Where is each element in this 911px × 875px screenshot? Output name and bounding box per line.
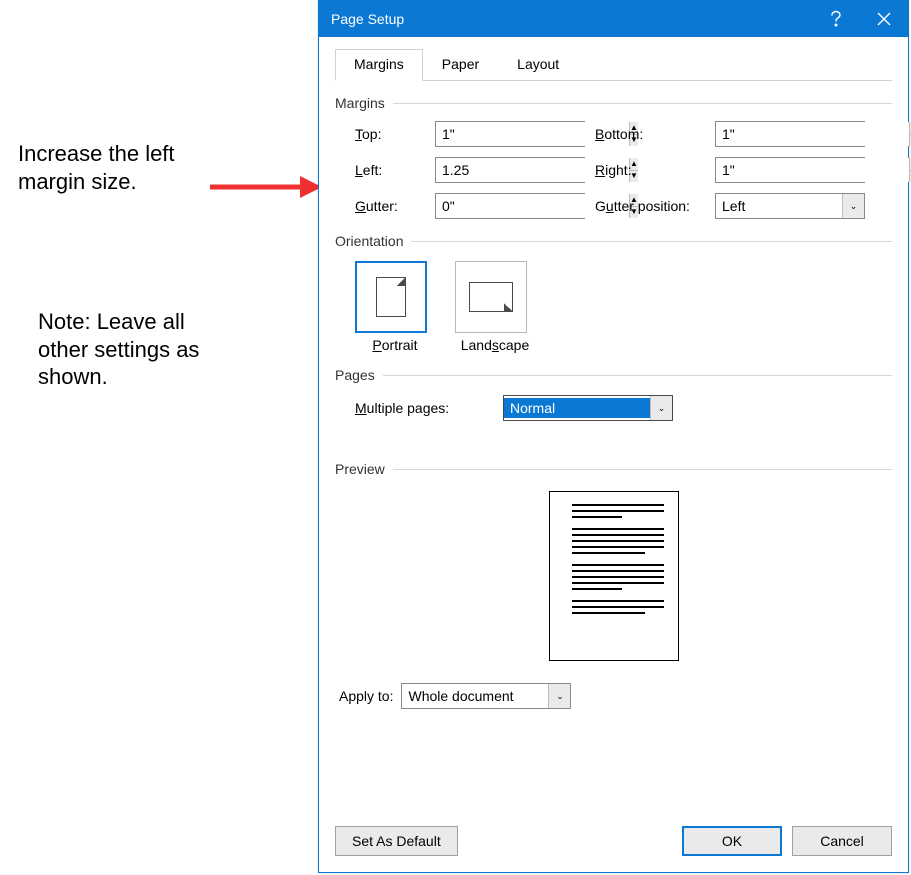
apply-to-select[interactable]: Whole document ⌄: [401, 683, 571, 709]
section-preview: Preview: [335, 461, 892, 477]
bottom-spinner[interactable]: ▲▼: [715, 121, 865, 147]
section-margins-label: Margins: [335, 95, 385, 111]
multiple-pages-label: Multiple pages:: [355, 400, 485, 416]
left-label: Left:: [355, 162, 435, 178]
section-orientation: Orientation: [335, 233, 892, 249]
tab-margins[interactable]: Margins: [335, 49, 423, 81]
section-pages-label: Pages: [335, 367, 375, 383]
orientation-landscape[interactable]: Landscape: [455, 261, 535, 353]
arrow-annotation: [210, 172, 322, 202]
chevron-down-icon[interactable]: ⌄: [548, 684, 570, 708]
tab-paper[interactable]: Paper: [423, 49, 498, 81]
top-label: Top:: [355, 126, 435, 142]
section-orientation-label: Orientation: [335, 233, 403, 249]
cancel-button[interactable]: Cancel: [792, 826, 892, 856]
bottom-label: Bottom:: [595, 126, 715, 142]
apply-to-value: Whole document: [402, 686, 548, 706]
section-pages: Pages: [335, 367, 892, 383]
landscape-icon: [455, 261, 527, 333]
gutter-position-value: Left: [716, 196, 842, 216]
close-button[interactable]: [860, 1, 908, 37]
set-as-default-button[interactable]: Set As Default: [335, 826, 458, 856]
ok-button[interactable]: OK: [682, 826, 782, 856]
instruction-increase-left: Increase the left margin size.: [18, 140, 175, 195]
orientation-portrait[interactable]: Portrait: [355, 261, 435, 353]
bottom-input[interactable]: [716, 122, 909, 146]
instruction-note: Note: Leave all other settings as shown.: [38, 308, 199, 391]
top-spinner[interactable]: ▲▼: [435, 121, 585, 147]
section-preview-label: Preview: [335, 461, 385, 477]
chevron-down-icon[interactable]: ⌄: [650, 396, 672, 420]
titlebar: Page Setup: [319, 1, 908, 37]
page-setup-dialog: Page Setup Margins Paper Layout Margins: [318, 0, 909, 873]
multiple-pages-select[interactable]: Normal ⌄: [503, 395, 673, 421]
tab-layout[interactable]: Layout: [498, 49, 578, 81]
gutter-label: Gutter:: [355, 198, 435, 214]
gutter-position-select[interactable]: Left ⌄: [715, 193, 865, 219]
chevron-down-icon[interactable]: ⌄: [842, 194, 864, 218]
portrait-label: Portrait: [355, 337, 435, 353]
left-spinner[interactable]: ▲▼: [435, 157, 585, 183]
tabs: Margins Paper Layout: [335, 49, 892, 81]
gutter-spinner[interactable]: ▲▼: [435, 193, 585, 219]
dialog-title: Page Setup: [331, 11, 404, 27]
gutter-position-label: Gutter position:: [595, 198, 715, 214]
portrait-icon: [355, 261, 427, 333]
preview-page-icon: [549, 491, 679, 661]
right-spinner[interactable]: ▲▼: [715, 157, 865, 183]
right-label: Right:: [595, 162, 715, 178]
help-button[interactable]: [812, 1, 860, 37]
right-input[interactable]: [716, 158, 909, 182]
multiple-pages-value: Normal: [504, 398, 650, 418]
section-margins: Margins: [335, 95, 892, 111]
apply-to-label: Apply to:: [339, 688, 393, 704]
landscape-label: Landscape: [455, 337, 535, 353]
